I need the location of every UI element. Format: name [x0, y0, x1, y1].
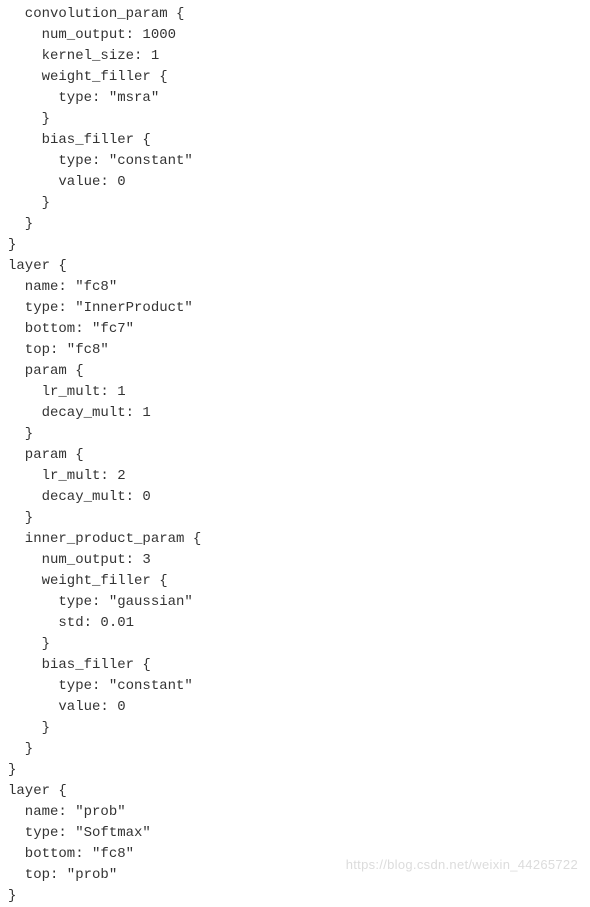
code-block: convolution_param { num_output: 1000 ker… [8, 4, 582, 907]
